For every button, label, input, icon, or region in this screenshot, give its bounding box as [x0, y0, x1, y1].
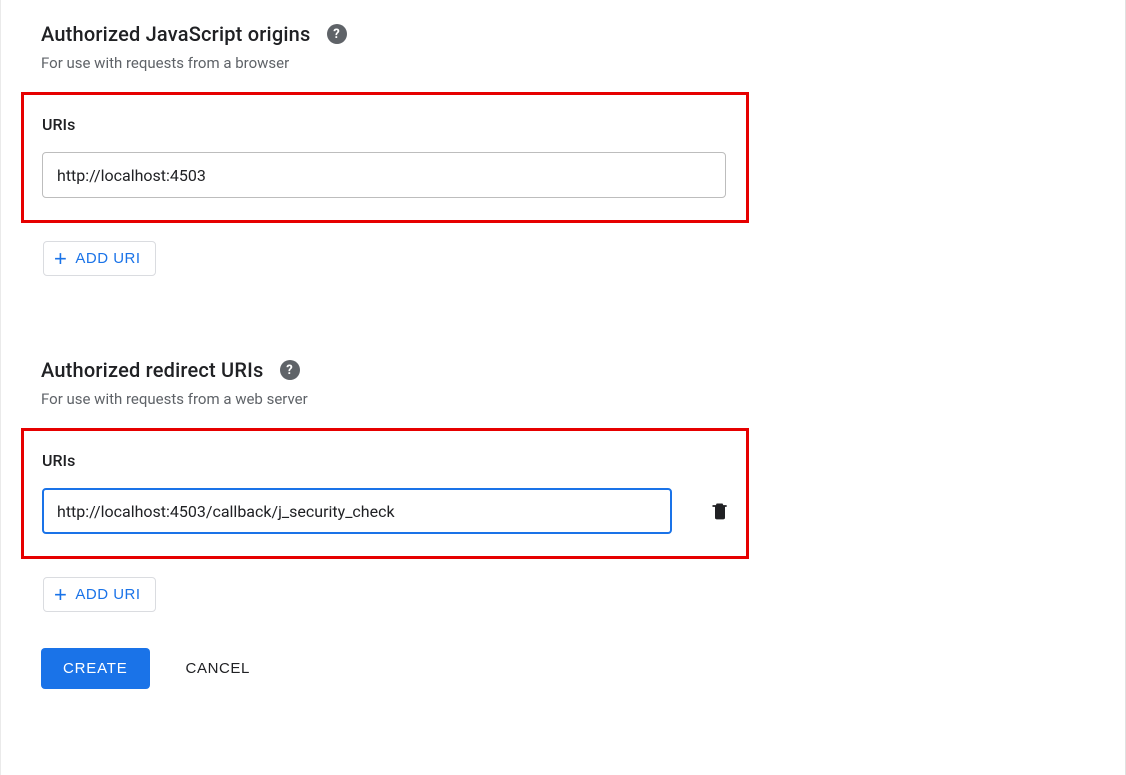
uri-row — [42, 152, 728, 198]
js-origins-title: Authorized JavaScript origins — [41, 22, 311, 46]
add-uri-label: ADD URI — [75, 250, 140, 267]
redirect-uris-box: URIs — [21, 428, 749, 559]
trash-icon — [710, 500, 730, 522]
delete-uri-button[interactable] — [710, 500, 728, 522]
add-uri-label: ADD URI — [75, 586, 140, 603]
section-redirect-uris: Authorized redirect URIs ? For use with … — [41, 358, 1085, 612]
redirect-uris-title: Authorized redirect URIs — [41, 358, 264, 382]
redirect-uris-description: For use with requests from a web server — [41, 390, 1085, 408]
js-origin-uri-input[interactable] — [42, 152, 726, 198]
plus-icon: + — [54, 251, 67, 267]
section-js-origins: Authorized JavaScript origins ? For use … — [41, 22, 1085, 276]
create-button[interactable]: CREATE — [41, 648, 150, 689]
form-actions: CREATE CANCEL — [41, 648, 1085, 689]
plus-icon: + — [54, 587, 67, 603]
js-origins-description: For use with requests from a browser — [41, 54, 1085, 72]
add-redirect-uri-button[interactable]: + ADD URI — [43, 577, 156, 612]
js-origins-uris-box: URIs — [21, 92, 749, 223]
help-icon[interactable]: ? — [327, 24, 347, 44]
uris-label: URIs — [42, 451, 728, 470]
redirect-uri-input[interactable] — [42, 488, 672, 534]
cancel-button[interactable]: CANCEL — [180, 659, 256, 678]
help-icon[interactable]: ? — [280, 360, 300, 380]
add-js-origin-uri-button[interactable]: + ADD URI — [43, 241, 156, 276]
uri-row — [42, 488, 728, 534]
uris-label: URIs — [42, 115, 728, 134]
